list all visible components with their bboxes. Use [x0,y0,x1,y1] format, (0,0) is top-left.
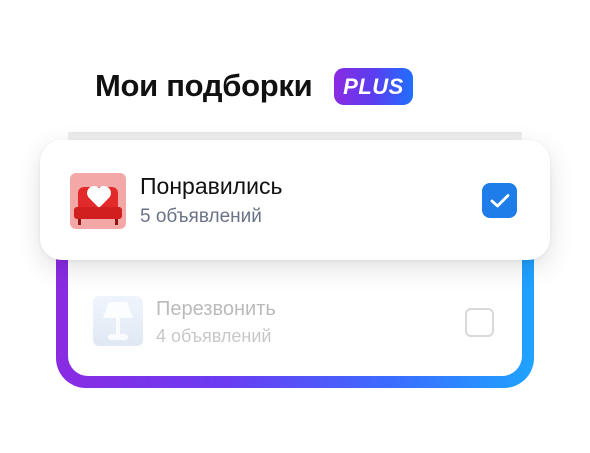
sofa-leg-shape [115,219,118,225]
sofa-seat-shape [74,207,122,219]
collection-count: 5 объявлений [140,206,262,227]
collection-checkbox-unchecked[interactable] [465,308,494,337]
lamp-base-shape [108,334,128,340]
page-title: Мои подборки [95,68,313,103]
checkmark-icon [490,193,509,207]
red-sofa-heart-thumbnail [70,173,126,229]
lamp-stem-shape [116,318,120,334]
collection-count: 4 объявлений [156,326,272,346]
collection-checkbox-checked[interactable] [482,183,517,218]
collection-name: Понравились [140,173,283,199]
collection-name: Перезвонить [156,298,276,320]
lamp-shade-shape [103,302,133,318]
collections-screen: Мои подборки PLUS Перезвонить 4 объявлен… [0,0,590,453]
collection-item-liked[interactable]: Понравились 5 объявлений [40,140,550,260]
lamp-thumbnail [93,296,143,346]
sofa-leg-shape [78,219,81,225]
plus-badge: PLUS [334,68,413,105]
collection-item-callback[interactable]: Перезвонить 4 объявлений [93,296,503,350]
